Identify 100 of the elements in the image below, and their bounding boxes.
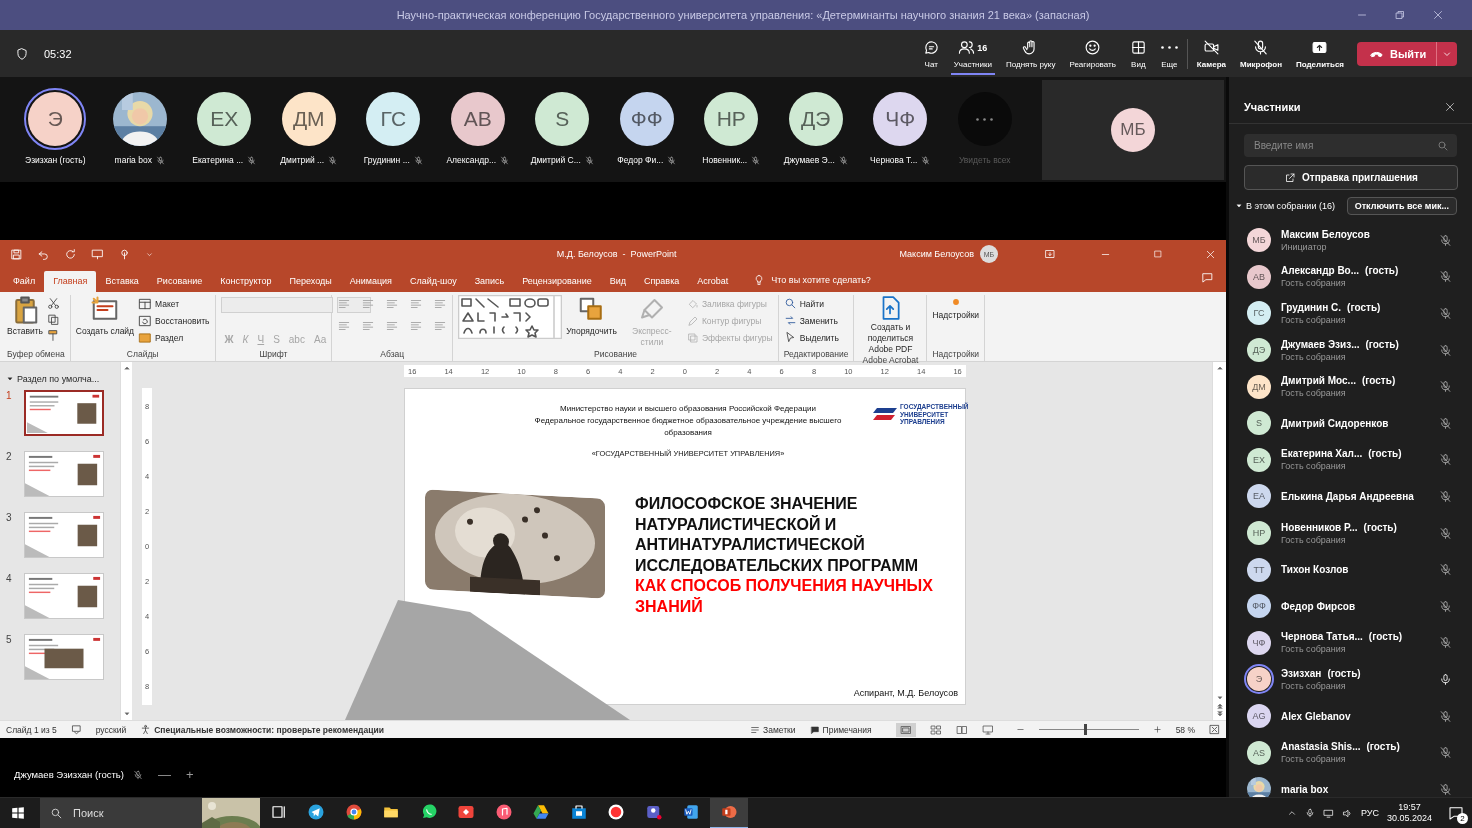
ribbon-button[interactable]: Найти [783,295,839,312]
participant-role: Гость собрания [1281,534,1347,545]
avatar: AS [1247,740,1271,765]
toolbar-button[interactable]: Реагировать [1066,32,1119,75]
ribbon-button[interactable]: Заменить [783,312,839,329]
avatar: AG [1247,704,1271,728]
leave-button[interactable]: Выйти [1357,41,1457,66]
share-screen-icon [1311,39,1329,56]
outdent-icon [409,297,424,311]
participant-role: Гость собрания [1281,351,1347,362]
align-left-icon [337,319,352,333]
ribbon-button[interactable]: Раздел [138,329,210,346]
accessibility-status[interactable]: Специальные возможности: проверьте рекомендации [154,724,384,735]
ribbon-button[interactable]: Создать слайд [75,295,135,337]
close-button[interactable] [1444,101,1456,113]
shopping-bag-icon [569,803,588,821]
redo-icon [64,247,77,261]
ribbon-tab[interactable]: Вид [600,271,635,292]
ribbon-button[interactable]: Создать и поделиться Adobe PDF [859,295,922,355]
participant-name: Елькина Дарья Андреевна [1281,490,1414,502]
section-toggle[interactable]: В этом собрании (16) [1235,201,1335,211]
zoom-level[interactable]: 58 % [1175,724,1195,735]
ribbon-tab[interactable]: Переходы [280,271,341,292]
window-control[interactable]: + [185,767,194,782]
indent-icon [385,297,400,311]
normal-view-icon [899,723,912,736]
presenter-name: Джумаев Эзизхан (гость) [14,769,124,780]
input-language[interactable]: РУС [1360,808,1379,818]
invite-button[interactable]: Отправка приглашения [1244,165,1458,190]
section-name[interactable]: Раздел по умолча... [17,374,100,384]
toolbar-button[interactable]: Еще [1157,32,1181,75]
close-icon [1432,9,1444,21]
ribbon-tab[interactable]: Рисование [147,271,212,292]
ribbon-button[interactable]: Вставить [7,295,44,337]
share-button[interactable]: Поделиться [1293,32,1347,75]
scroll-down-icon [122,710,131,718]
ribbon-button[interactable]: Надстройки [932,295,980,321]
avatar: ФФ [619,92,674,146]
ribbon-tab[interactable]: Acrobat [688,271,738,292]
people-icon [644,803,663,821]
ribbon-tab[interactable]: Рецензирование [513,271,601,292]
search-field[interactable]: Введите имя [1244,134,1457,157]
participant-name: maria box [114,155,152,165]
grid-icon [1129,39,1147,56]
guest-tag: (гость) [1347,302,1381,313]
copy-icon [47,313,61,326]
toolbar-button[interactable]: Чат [919,32,943,75]
ribbon-tab[interactable]: Запись [465,271,514,292]
window-control[interactable]: — [157,767,171,782]
device-toggle[interactable]: Камера [1193,32,1229,75]
toolbar-button[interactable]: 16 Участники [950,32,995,75]
notes-button[interactable]: Заметки [763,724,796,735]
device-toggle[interactable]: Микрофон [1237,32,1285,75]
participant-name: Джумаев Эзиз... [1281,338,1360,350]
ribbon-tab[interactable]: Файл [4,271,45,292]
comments-button[interactable]: Примечания [822,724,872,735]
pen-icon [686,314,699,327]
toolbar-button[interactable]: Поднять руку [1002,32,1059,75]
taskbar-button[interactable] [710,797,748,828]
ribbon-button[interactable]: Макет [138,295,210,312]
participant-role: Гость собрания [1281,461,1347,472]
clock-time[interactable]: 19:57 [1398,802,1421,813]
search-field[interactable]: Поиск [40,797,260,828]
participant-name: Федор Фирсов [1281,600,1356,612]
ribbon-tab[interactable]: Слайд-шоу [401,271,466,292]
tell-me-field[interactable]: Что вы хотите сделать? [771,275,871,285]
ribbon-tab[interactable]: Вставка [96,271,148,292]
toolbar-button[interactable]: Вид [1126,32,1150,75]
guest-tag: (гость) [1368,631,1403,643]
participant-name: Грудинин С. [1281,302,1342,313]
clock-date[interactable]: 30.05.2024 [1386,813,1432,824]
paper-plane-icon [307,803,326,821]
logo-icon [873,406,897,423]
participant-name: Эзизхан [1281,667,1322,679]
numbering-icon [361,297,376,311]
comment-icon [1201,271,1214,284]
more-icon [1160,45,1178,50]
ribbon-tab[interactable]: Конструктор [211,271,281,292]
task-view-icon [269,803,288,821]
slide-thumbnail[interactable] [24,390,104,436]
ribbon-tab[interactable]: Главная [44,271,97,292]
shapes-gallery-icon [458,295,563,339]
avatar: АВ [1247,264,1271,289]
ribbon-tab[interactable]: Справка [635,271,689,292]
participant-name: Дмитрий Сидоренков [1281,417,1389,429]
slide-header-text: Федеральное государственное бюджетное образовательное учреждение высшего образования [533,415,843,439]
ribbon-button[interactable]: Упорядочить [566,295,617,337]
language-label[interactable]: русский [95,724,127,735]
reading-view-icon [955,723,968,736]
group-label: Рисование [593,349,638,361]
participant-name: maria box [1281,783,1329,795]
avatar: ДМ [281,92,336,146]
ribbon-button[interactable]: Выделить [783,329,839,346]
participant-name: Федор Фи... [617,155,664,165]
ribbon-button[interactable]: Восстановить [138,312,210,329]
mute-all-button[interactable]: Отключить все мик... [1346,197,1457,215]
ribbon-tab[interactable]: Анимация [340,271,401,292]
slide-counter: Слайд 1 из 5 [6,724,57,735]
slider-thumb[interactable] [1084,724,1088,735]
button-label: Надстройки [932,310,980,321]
